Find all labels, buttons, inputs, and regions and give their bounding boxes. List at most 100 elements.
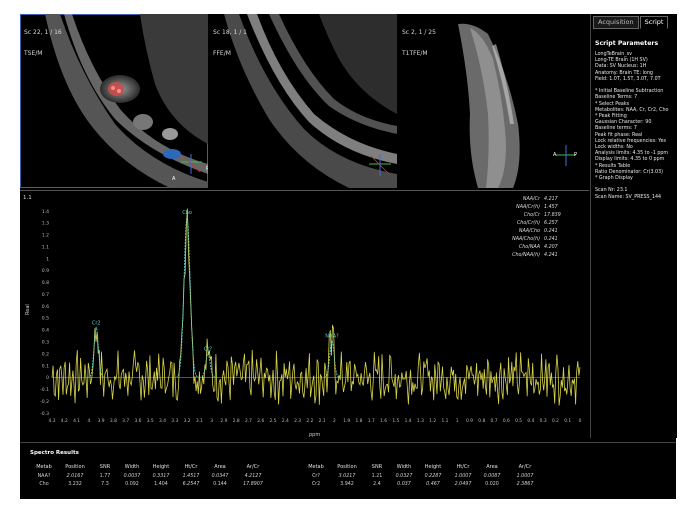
x-tick-label: 0.9 <box>466 418 473 424</box>
viewport-1[interactable]: Sc 22, 1 / 16 TSE/M P A <box>20 14 208 188</box>
axis-label-p: P <box>206 166 208 172</box>
peak-label: NAA? <box>325 334 339 340</box>
results-cell: 0.2287 <box>424 473 442 479</box>
script-parameters-list: LongTeBrain_sv Long-TE Brain (1H SV) Data:… <box>595 52 677 201</box>
y-tick-label: 0.6 <box>42 304 49 310</box>
x-tick-label: 0.7 <box>491 418 498 424</box>
y-axis-ticks: 1.4 1.3 1.2 1.1 1 0.9 0.8 0.7 0.6 0.5 0.4 0.3 0.2 0.1… <box>40 209 49 417</box>
x-tick-label: 3.3 <box>171 418 178 424</box>
spectrum-panel[interactable]: 1.1 Real ppm NAA/Cr 4.217 NAA/Cr(h) 1.457 Ch… <box>20 190 589 445</box>
axis-label-a-3: A <box>553 152 557 158</box>
y-tick-label: 0 <box>46 375 49 381</box>
results-cell: 3.232 <box>68 481 82 487</box>
tab-script[interactable]: Script <box>639 16 669 29</box>
viewport-1-sequence: TSE/M <box>24 50 43 57</box>
ratio-value: 1.457 <box>544 204 558 210</box>
x-tick-label: 0.8 <box>478 418 485 424</box>
y-tick-label: 0.3 <box>42 340 49 346</box>
results-cell: 4.2127 <box>244 473 262 479</box>
results-cell: 1.4517 <box>182 473 200 479</box>
peak-fits: Cr2 Cho Cr? NAA? <box>88 210 340 378</box>
script-parameters-title: Script Parameters <box>595 40 659 47</box>
x-tick-label: 2.6 <box>257 418 264 424</box>
viewport-2-series: Sc 18, 1 / 1 <box>213 29 247 36</box>
axis-label-a: A <box>172 176 176 182</box>
x-tick-label: 1.5 <box>392 418 399 424</box>
ratio-value: 4.207 <box>544 244 558 250</box>
ratio-label: Cho/Cr(h) <box>517 220 540 226</box>
results-cell: Cr? <box>312 473 320 479</box>
peak-label: Cr2 <box>92 320 101 326</box>
viewport-1-series: Sc 22, 1 / 16 <box>24 29 62 36</box>
y-tick-label: 1.1 <box>42 244 49 250</box>
y-tick-label: 0.5 <box>42 316 49 322</box>
results-cell: 2.0497 <box>454 481 472 487</box>
x-tick-label: 3.9 <box>98 418 105 424</box>
x-tick-label: 1.9 <box>343 418 350 424</box>
table-row: Cr? 3.0217 1.21 0.0327 0.2287 1.0007 0.0087 1.0… <box>302 472 544 480</box>
x-tick-label: 3.8 <box>110 418 117 424</box>
ratio-label: NAA/Cr(h) <box>516 204 540 210</box>
x-tick-label: 3.7 <box>122 418 129 424</box>
results-header-cell: Width <box>396 464 412 470</box>
x-tick-label: 1.3 <box>417 418 424 424</box>
x-tick-label: 2.4 <box>282 418 289 424</box>
x-tick-label: 2.7 <box>245 418 252 424</box>
x-tick-label: 1.1 <box>441 418 448 424</box>
viewport-1-label: Sc 22, 1 / 16 TSE/M <box>24 15 62 71</box>
results-header-cell: SNR <box>99 464 111 470</box>
results-cell: 2.3867 <box>516 481 534 487</box>
results-cell: 6.2547 <box>182 481 200 487</box>
x-tick-label: 2.5 <box>270 418 277 424</box>
results-header-cell: Area <box>214 464 226 470</box>
results-cell: 0.0327 <box>395 473 413 479</box>
fitted-peak-cr <box>200 353 216 378</box>
results-cell: 0.467 <box>426 481 440 487</box>
y-tick-label: 0.9 <box>42 268 49 274</box>
tab-acquisition[interactable]: Acquisition <box>593 16 639 29</box>
x-tick-label: 2.1 <box>319 418 326 424</box>
results-cell: 1.0007 <box>454 473 472 479</box>
app-frame: Sc 22, 1 / 16 TSE/M P A Sc 18, 1 / 1 FFE… <box>20 14 677 499</box>
x-tick-label: 0.2 <box>552 418 559 424</box>
results-cell: 3.942 <box>340 481 354 487</box>
x-tick-label: 0.5 <box>515 418 522 424</box>
results-table-left: Metab Position SNR Width Height Ht/Cr Area Ar/C… <box>30 462 272 488</box>
peak-label: Cho <box>182 210 192 216</box>
y-tick-label: 0.2 <box>42 351 49 357</box>
results-cell: 0.0087 <box>483 473 501 479</box>
y-axis-label: Real <box>25 304 31 315</box>
results-header-cell: SNR <box>371 464 383 470</box>
x-tick-label: 2.3 <box>294 418 301 424</box>
results-header-cell: Position <box>65 464 85 470</box>
spectrum-panel-number: 1.1 <box>23 195 32 201</box>
x-tick-label: 3.2 <box>184 418 191 424</box>
y-tick-label: 1.2 <box>42 233 49 239</box>
spectro-results-panel: Spectro Results Metab Position SNR Width Hei… <box>20 442 676 499</box>
results-header-cell: Height <box>424 464 442 470</box>
y-tick-label: 0.1 <box>42 363 49 369</box>
x-tick-label: 0.1 <box>564 418 571 424</box>
x-axis-ticks: 4.3 4.2 4.1 4 3.9 3.8 3.7 3.6 3.5 3.4 3.3 3.2 3.1 3 2.… <box>49 418 582 424</box>
results-cell: Cr2 <box>311 481 321 487</box>
viewport-2-sequence: FFE/M <box>213 50 231 57</box>
script-parameter-line: Scan Name: SV_PRESS_144 <box>595 194 662 200</box>
y-tick-label: 0.7 <box>42 292 49 298</box>
spectrum-data-line <box>51 208 581 406</box>
x-tick-label: 2 <box>333 418 336 424</box>
peak-label: Cr? <box>204 347 213 353</box>
y-tick-label: 0.4 <box>42 328 49 334</box>
viewport-3-series: Sc 2, 1 / 25 <box>402 29 436 36</box>
x-tick-label: 2.9 <box>220 418 227 424</box>
results-header-cell: Area <box>486 464 498 470</box>
viewport-3[interactable]: Sc 2, 1 / 25 T1TFE/M P A <box>398 14 589 188</box>
axis-label-p-3: P <box>574 152 578 158</box>
x-tick-label: 1.2 <box>429 418 436 424</box>
viewport-2[interactable]: Sc 18, 1 / 1 FFE/M <box>209 14 397 188</box>
results-cell: 1.0007 <box>516 473 534 479</box>
results-header-cell: Ht/Cr <box>184 464 198 470</box>
y-tick-label: 1.3 <box>42 221 49 227</box>
results-cell: 1.21 <box>371 473 383 479</box>
results-cell: 0.092 <box>125 481 139 487</box>
results-cell: 17.8907 <box>243 481 263 487</box>
